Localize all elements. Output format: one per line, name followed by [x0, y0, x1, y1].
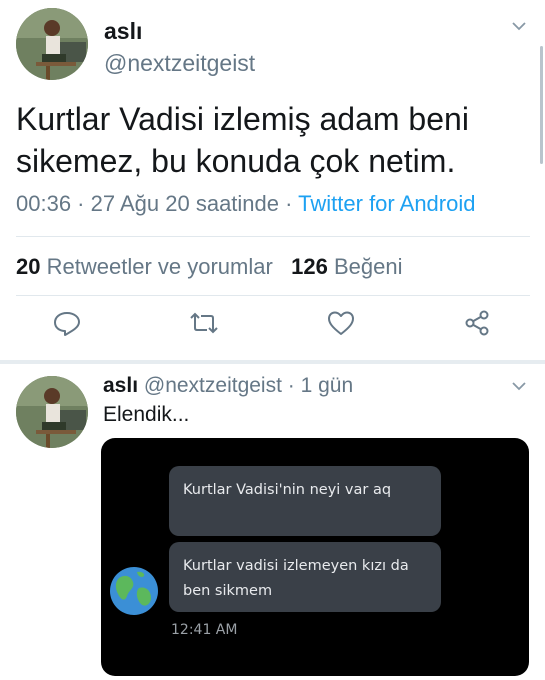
- likes-label[interactable]: Beğeni: [334, 254, 403, 279]
- chat-bubble: Kurtlar vadisi izlemeyen kızı da ben sik…: [169, 542, 441, 612]
- chevron-down-icon[interactable]: [511, 18, 527, 34]
- likes-count[interactable]: 126: [291, 254, 328, 279]
- tweet-date: 27 Ağu 20 saatinde: [90, 191, 280, 216]
- author-handle[interactable]: @nextzeitgeist: [104, 50, 255, 77]
- reply-text: Elendik...: [103, 403, 190, 426]
- heart-icon[interactable]: [326, 308, 356, 338]
- chat-bubble: Kurtlar Vadisi'nin neyi var aq: [169, 466, 441, 536]
- divider: [16, 295, 530, 296]
- author-name[interactable]: aslı: [103, 374, 138, 397]
- retweet-icon[interactable]: [189, 308, 219, 338]
- divider: [16, 236, 530, 237]
- reply-icon[interactable]: [52, 308, 82, 338]
- message-timestamp: 12:41 AM: [171, 622, 238, 638]
- profile-photo: [16, 376, 88, 448]
- author-handle[interactable]: @nextzeitgeist: [144, 374, 282, 397]
- tweet-actions: [0, 308, 545, 348]
- share-icon[interactable]: [462, 308, 492, 338]
- tweet-stats: 20 Retweetler ve yorumlar 126 Beğeni: [16, 254, 403, 280]
- reply-header: aslı @nextzeitgeist · 1 gün: [103, 374, 353, 398]
- avatar[interactable]: [16, 376, 88, 448]
- scrollbar[interactable]: [540, 46, 543, 164]
- separator-dot: ·: [281, 374, 301, 397]
- chevron-down-icon[interactable]: [511, 378, 527, 394]
- profile-photo: [16, 8, 88, 80]
- tweet-age[interactable]: 1 gün: [301, 374, 354, 397]
- tweet-separator: [0, 360, 545, 364]
- tweet-text: Kurtlar Vadisi izlemiş adam beni sikemez…: [16, 101, 469, 179]
- tweet-time: 00:36: [16, 191, 72, 216]
- retweets-count[interactable]: 20: [16, 254, 40, 279]
- globe-icon: [110, 567, 158, 615]
- attached-image[interactable]: Kurtlar Vadisi'nin neyi var aq Kurtlar v…: [101, 438, 529, 676]
- avatar[interactable]: [16, 8, 88, 80]
- retweets-label[interactable]: Retweetler ve yorumlar: [47, 254, 273, 279]
- author-name[interactable]: aslı: [104, 18, 142, 45]
- tweet-meta: 00:36 · 27 Ağu 20 saatinde · Twitter for…: [16, 191, 476, 216]
- tweet-source-link[interactable]: Twitter for Android: [298, 191, 475, 216]
